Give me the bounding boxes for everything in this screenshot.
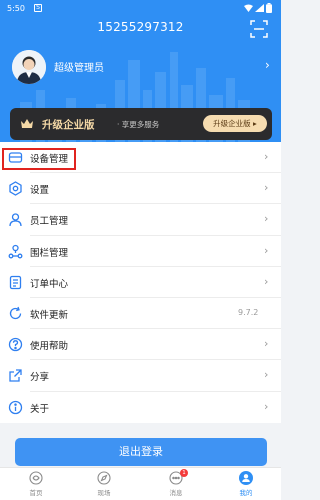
upgrade-banner[interactable]: 升级企业版 · 享更多服务 升级企业版 ▸: [10, 108, 272, 140]
tab-mine[interactable]: 我的: [218, 468, 274, 500]
chevron-right-icon: ›: [264, 150, 269, 163]
upgrade-title: 升级企业版: [42, 119, 95, 131]
unread-badge: 1: [180, 469, 188, 477]
chevron-right-icon: ›: [264, 368, 269, 382]
user-avatar-icon: [12, 50, 46, 84]
menu-item-help[interactable]: 使用帮助 ›: [0, 329, 281, 361]
scan-icon[interactable]: [250, 20, 268, 38]
version-number: 9.7.2: [238, 307, 259, 317]
username[interactable]: 超级管理员: [54, 59, 104, 74]
tab-label: 消息: [169, 489, 183, 497]
help-icon: [8, 337, 23, 352]
menu-item-software-update[interactable]: 软件更新 9.7.2: [0, 298, 281, 330]
menu-item-settings[interactable]: 设置 ›: [0, 173, 281, 205]
crown-icon: [21, 119, 33, 128]
home-icon: [29, 471, 43, 485]
menu-item-label: 员工管理: [30, 216, 69, 228]
logout-button[interactable]: 退出登录: [15, 438, 267, 466]
menu-item-label: 订单中心: [30, 278, 69, 290]
tab-label: 首页: [29, 489, 43, 497]
tab-home[interactable]: 首页: [8, 468, 64, 500]
upgrade-subtitle: · 享更多服务: [117, 120, 160, 129]
chevron-right-icon[interactable]: ›: [265, 58, 270, 72]
menu-item-label: 软件更新: [30, 309, 69, 321]
menu-item-fence-management[interactable]: 围栏管理 ›: [0, 236, 281, 267]
profile-icon: [239, 471, 253, 485]
screen: 5:50 S 15255297312 超级管理员 › 升级企业版 · 享更多服务…: [0, 0, 281, 500]
share-icon: [9, 369, 22, 382]
tab-messages[interactable]: 1 消息: [148, 468, 204, 500]
tab-scene[interactable]: 现场: [76, 468, 132, 500]
menu-item-staff-management[interactable]: 员工管理 ›: [0, 204, 281, 236]
chevron-right-icon: ›: [264, 243, 269, 257]
tab-label: 我的: [239, 489, 253, 497]
wifi-icon: [244, 4, 253, 12]
person-icon: [9, 213, 22, 227]
settings-menu: 设备管理 › 设置 › 员工管理 › 围栏管理 › 订单中心 › 软件更新 9.…: [0, 142, 281, 423]
chevron-right-icon: ›: [264, 181, 269, 195]
signal-icon: [255, 4, 264, 12]
avatar[interactable]: [12, 50, 46, 84]
phone-number: 15255297312: [97, 20, 184, 34]
menu-item-order-center[interactable]: 订单中心 ›: [0, 267, 281, 298]
tab-label: 现场: [97, 489, 111, 497]
bottom-tab-bar: 首页 现场 1 消息 我的: [0, 467, 281, 500]
gear-icon: [9, 181, 22, 196]
status-time: 5:50: [7, 4, 25, 13]
chevron-right-icon: ›: [264, 274, 269, 288]
refresh-icon: [9, 306, 22, 320]
menu-item-device-management[interactable]: 设备管理 ›: [0, 142, 281, 174]
chevron-right-icon: ›: [264, 212, 269, 226]
menu-item-share[interactable]: 分享 ›: [0, 360, 281, 392]
menu-item-label: 围栏管理: [30, 247, 69, 259]
menu-item-about[interactable]: 关于 ›: [0, 392, 281, 423]
chevron-right-icon: ›: [264, 399, 269, 413]
menu-item-label: 分享: [30, 372, 50, 384]
chevron-right-icon: ›: [264, 337, 269, 351]
status-bar: 5:50 S: [0, 0, 281, 18]
profile-header: 5:50 S 15255297312 超级管理员 › 升级企业版 · 享更多服务…: [0, 0, 281, 150]
menu-item-label: 使用帮助: [30, 341, 69, 353]
compass-icon: [97, 471, 111, 485]
fence-icon: [8, 244, 23, 259]
menu-item-label: 设置: [30, 185, 50, 197]
order-icon: [9, 275, 22, 289]
notification-icon: S: [34, 4, 42, 12]
upgrade-button[interactable]: 升级企业版 ▸: [203, 115, 267, 132]
battery-icon: [266, 3, 272, 13]
highlight-box: [2, 148, 76, 170]
menu-item-label: 关于: [30, 403, 50, 415]
info-icon: [8, 400, 23, 414]
